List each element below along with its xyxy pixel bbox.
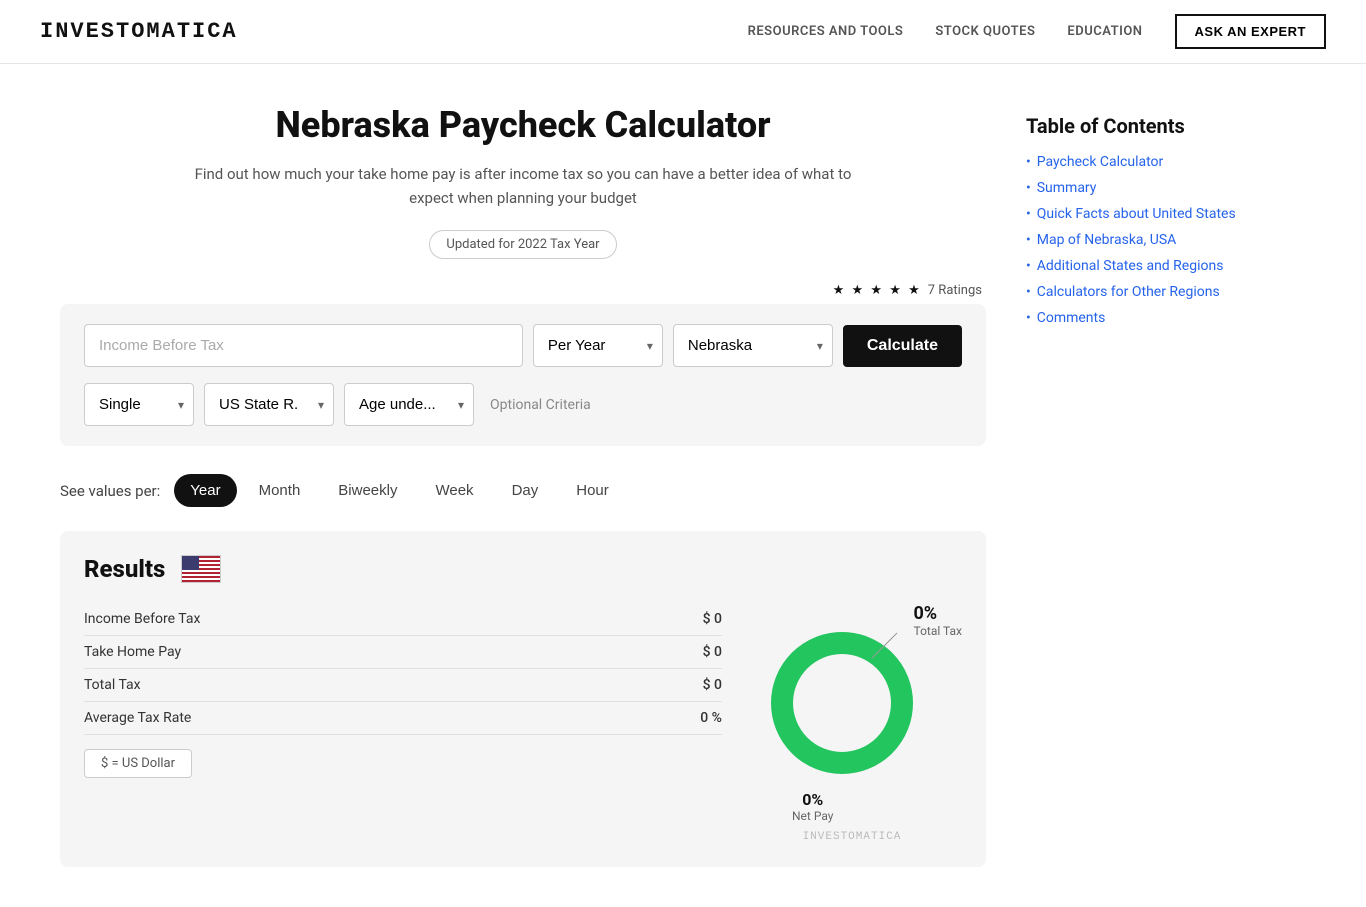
period-selector: See values per: Year Month Biweekly Week… — [60, 474, 986, 507]
period-tabs: Year Month Biweekly Week Day Hour — [174, 474, 624, 507]
content-area: Nebraska Paycheck Calculator Find out ho… — [60, 104, 986, 867]
period-tab-month[interactable]: Month — [243, 474, 317, 507]
toc-link-comments[interactable]: Comments — [1026, 310, 1306, 326]
chart-area: 0% Total Tax — [742, 603, 962, 843]
calculator-row-1: Per Year Per Month Per Week Per Day Per … — [84, 324, 962, 367]
rating-text: 7 Ratings — [928, 283, 982, 298]
toc-item-6: Comments — [1026, 310, 1306, 326]
toc-link-map[interactable]: Map of Nebraska, USA — [1026, 232, 1306, 248]
us-flag-icon — [181, 555, 221, 583]
period-tab-week[interactable]: Week — [419, 474, 489, 507]
result-income-value: $ 0 — [703, 611, 722, 627]
calculate-button[interactable]: Calculate — [843, 325, 962, 367]
ask-expert-button[interactable]: ASK AN EXPERT — [1175, 14, 1326, 49]
period-tab-biweekly[interactable]: Biweekly — [322, 474, 413, 507]
toc-link-calculators[interactable]: Calculators for Other Regions — [1026, 284, 1306, 300]
net-pay-label: Net Pay — [792, 809, 833, 823]
period-tab-year[interactable]: Year — [174, 474, 236, 507]
age-wrapper: Age unde... Age 65+ ▾ — [344, 383, 474, 426]
toc-link-summary[interactable]: Summary — [1026, 180, 1306, 196]
main-layout: Nebraska Paycheck Calculator Find out ho… — [0, 64, 1366, 907]
age-select[interactable]: Age unde... Age 65+ — [344, 383, 474, 426]
state-select[interactable]: Nebraska Alabama Alaska Arizona Californ… — [673, 324, 833, 367]
income-input[interactable] — [84, 324, 523, 367]
calculator-row-2: Single Married Head of Household ▾ US St… — [84, 383, 962, 426]
result-row-totaltax: Total Tax $ 0 — [84, 669, 722, 702]
rating-stars: ★ ★ ★ ★ ★ — [833, 283, 922, 298]
result-totaltax-value: $ 0 — [703, 677, 722, 693]
logo: INVESTOMATICA — [40, 19, 238, 44]
state-res-wrapper: US State R... Non-Resident ▾ — [204, 383, 334, 426]
toc-item-2: Quick Facts about United States — [1026, 206, 1306, 222]
donut-svg — [762, 623, 922, 783]
results-table: Income Before Tax $ 0 Take Home Pay $ 0 … — [84, 603, 722, 843]
calculator-box: Per Year Per Month Per Week Per Day Per … — [60, 304, 986, 446]
result-avgrate-label: Average Tax Rate — [84, 710, 191, 726]
nav-stock-quotes[interactable]: STOCK QUOTES — [935, 24, 1035, 39]
toc-item-5: Calculators for Other Regions — [1026, 284, 1306, 300]
optional-criteria-label: Optional Criteria — [490, 397, 591, 413]
result-avgrate-value: 0 % — [700, 710, 722, 726]
toc-item-4: Additional States and Regions — [1026, 258, 1306, 274]
result-row-takehome: Take Home Pay $ 0 — [84, 636, 722, 669]
toc-title: Table of Contents — [1026, 114, 1306, 138]
toc-item-3: Map of Nebraska, USA — [1026, 232, 1306, 248]
period-tab-day[interactable]: Day — [496, 474, 555, 507]
results-content: Income Before Tax $ 0 Take Home Pay $ 0 … — [84, 603, 962, 843]
toc-item-1: Summary — [1026, 180, 1306, 196]
per-year-wrapper: Per Year Per Month Per Week Per Day Per … — [533, 324, 663, 367]
results-box: Results Income Before Tax $ 0 Take Home … — [60, 531, 986, 867]
net-pay-pct: 0% — [792, 790, 833, 809]
toc-link-additional-states[interactable]: Additional States and Regions — [1026, 258, 1306, 274]
total-tax-pct: 0% — [913, 603, 962, 624]
main-nav: RESOURCES AND TOOLS STOCK QUOTES EDUCATI… — [748, 14, 1326, 49]
filing-select[interactable]: Single Married Head of Household — [84, 383, 194, 426]
toc-link-paycheck-calculator[interactable]: Paycheck Calculator — [1026, 154, 1306, 170]
net-pay-annotation: 0% Net Pay — [792, 790, 833, 823]
currency-note: $ = US Dollar — [84, 749, 722, 778]
toc-link-quick-facts[interactable]: Quick Facts about United States — [1026, 206, 1306, 222]
result-row-avgrate: Average Tax Rate 0 % — [84, 702, 722, 735]
header: INVESTOMATICA RESOURCES AND TOOLS STOCK … — [0, 0, 1366, 64]
per-year-select[interactable]: Per Year Per Month Per Week Per Day Per … — [533, 324, 663, 367]
period-tab-hour[interactable]: Hour — [560, 474, 625, 507]
filing-wrapper: Single Married Head of Household ▾ — [84, 383, 194, 426]
currency-badge: $ = US Dollar — [84, 749, 192, 778]
donut-chart-container: 0% Total Tax — [742, 603, 962, 823]
period-label: See values per: — [60, 482, 160, 500]
toc-item-0: Paycheck Calculator — [1026, 154, 1306, 170]
updated-badge: Updated for 2022 Tax Year — [429, 230, 616, 259]
result-income-label: Income Before Tax — [84, 611, 200, 627]
result-takehome-value: $ 0 — [703, 644, 722, 660]
page-subtitle: Find out how much your take home pay is … — [193, 162, 853, 210]
watermark: INVESTOMATICA — [803, 831, 902, 843]
result-takehome-label: Take Home Pay — [84, 644, 181, 660]
page-title: Nebraska Paycheck Calculator — [60, 104, 986, 146]
results-title: Results — [84, 555, 165, 583]
nav-education[interactable]: EDUCATION — [1067, 24, 1142, 39]
title-section: Nebraska Paycheck Calculator Find out ho… — [60, 104, 986, 259]
sidebar: Table of Contents Paycheck Calculator Su… — [1026, 104, 1306, 867]
rating-row: ★ ★ ★ ★ ★ 7 Ratings — [60, 283, 986, 298]
result-totaltax-label: Total Tax — [84, 677, 141, 693]
state-wrapper: Nebraska Alabama Alaska Arizona Californ… — [673, 324, 833, 367]
results-header: Results — [84, 555, 962, 583]
toc-list: Paycheck Calculator Summary Quick Facts … — [1026, 154, 1306, 326]
nav-resources[interactable]: RESOURCES AND TOOLS — [748, 24, 904, 39]
result-row-income: Income Before Tax $ 0 — [84, 603, 722, 636]
state-res-select[interactable]: US State R... Non-Resident — [204, 383, 334, 426]
